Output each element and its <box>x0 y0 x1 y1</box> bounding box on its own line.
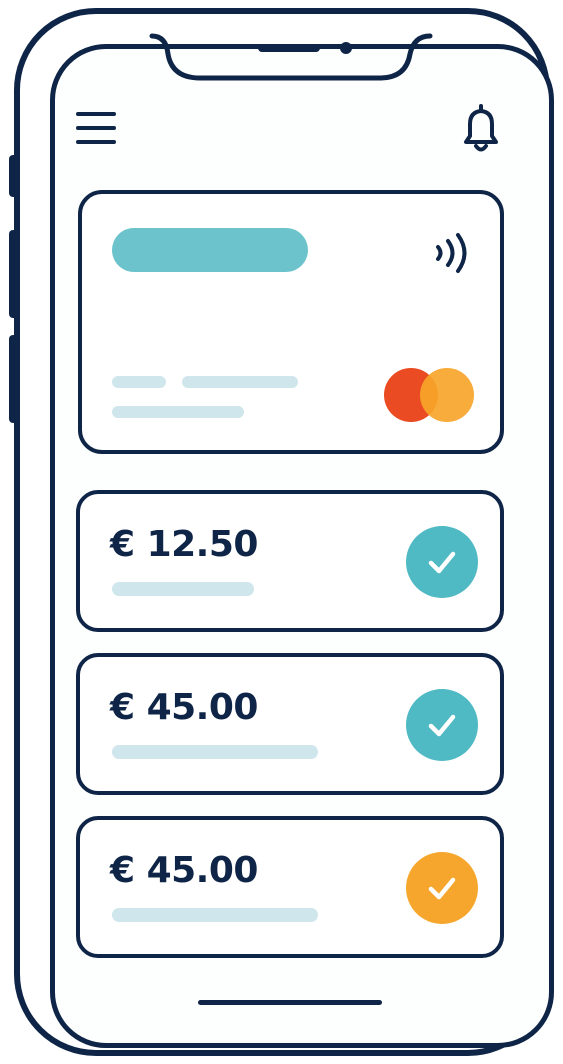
transaction-description-placeholder <box>112 582 254 596</box>
transaction-amount: € 12.50 <box>110 524 258 565</box>
card-number-placeholder <box>112 376 166 388</box>
card-expiry-placeholder <box>112 406 244 418</box>
transaction-description-placeholder <box>112 745 318 759</box>
phone-notch <box>149 33 433 81</box>
notifications-button[interactable] <box>458 104 504 156</box>
transaction-item[interactable]: € 12.50 <box>76 490 504 632</box>
payment-card[interactable] <box>78 190 504 454</box>
check-icon <box>406 526 478 598</box>
transaction-description-placeholder <box>112 908 318 922</box>
check-icon <box>406 689 478 761</box>
check-icon <box>406 852 478 924</box>
speaker-grille <box>258 44 320 52</box>
transaction-item[interactable]: € 45.00 <box>76 816 504 958</box>
transaction-item[interactable]: € 45.00 <box>76 653 504 795</box>
front-camera <box>340 42 352 54</box>
transaction-amount: € 45.00 <box>110 850 258 891</box>
card-number-placeholder <box>182 376 298 388</box>
menu-button[interactable] <box>76 112 118 148</box>
bell-icon <box>464 104 498 152</box>
transaction-amount: € 45.00 <box>110 687 258 728</box>
phone-illustration: € 12.50 € 45.00 € 45.00 <box>0 0 563 1064</box>
contactless-icon <box>436 233 467 273</box>
card-brand-logo-icon <box>382 368 478 424</box>
cardholder-name-placeholder <box>112 228 308 272</box>
hamburger-menu-icon <box>76 112 116 116</box>
home-indicator[interactable] <box>198 1000 382 1005</box>
